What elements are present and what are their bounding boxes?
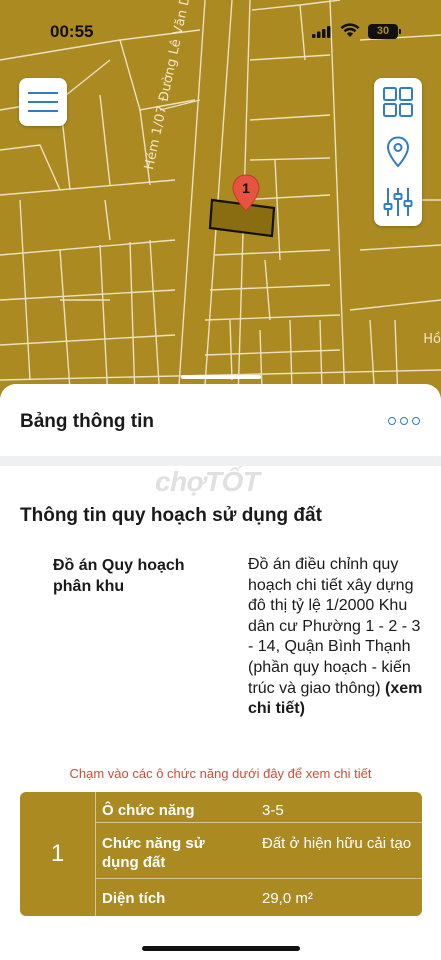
sheet-title: Bảng thông tin [20,411,155,432]
battery-icon: 30 [368,24,401,39]
info-key: Đồ án Quy hoạch phân khu [53,557,185,595]
wifi-icon [340,23,360,37]
section-title: Thông tin quy hoạch sử dụng đất [20,505,322,526]
function-row-key: Ô chức năng [102,802,195,819]
function-number: 1 [20,792,96,916]
edge-label: Hồ [423,332,441,347]
function-row-value: 3-5 [262,802,284,819]
location-marker-icon[interactable]: 1 [232,174,260,217]
function-cell[interactable]: 1 Ô chức năng 3-5 Chức năng sử dụng đất … [20,792,422,916]
sheet-drag-handle[interactable] [181,375,261,379]
watermark-logo: chợTỐT [155,466,260,497]
menu-button[interactable] [19,78,67,126]
menu-icon [28,92,58,112]
function-row-key: Chức năng sử dụng đất [102,835,205,871]
filter-button[interactable] [374,178,422,226]
sliders-icon [383,188,413,216]
function-row-value: 29,0 m² [262,890,313,907]
home-indicator [142,946,300,951]
grid-icon [383,87,413,117]
map-tools-panel [374,78,422,226]
function-row: Ô chức năng 3-5 [96,792,422,822]
info-value-text: Đồ án điều chỉnh quy hoạch chi tiết xây … [248,556,421,697]
function-row: Chức năng sử dụng đất Đất ở hiện hữu cải… [96,822,422,878]
info-value: Đồ án điều chỉnh quy hoạch chi tiết xây … [248,555,423,720]
my-location-button[interactable] [374,128,422,176]
divider [0,456,441,466]
more-dots-icon [388,417,396,425]
location-pin-icon [386,136,410,168]
more-options-button[interactable] [388,414,420,428]
hint-text: Chạm vào các ô chức năng dưới đây để xem… [69,766,372,781]
function-row-key: Diện tích [102,890,166,907]
pin-label: 1 [242,180,250,196]
layers-button[interactable] [374,78,422,126]
status-bar: 00:55 30 [0,0,441,62]
signal-icon [312,26,331,38]
sheet-header: Bảng thông tin [0,384,441,456]
status-time: 00:55 [50,22,94,41]
function-row-value: Đất ở hiện hữu cải tạo [262,835,412,852]
function-row: Diện tích 29,0 m² [96,878,422,916]
